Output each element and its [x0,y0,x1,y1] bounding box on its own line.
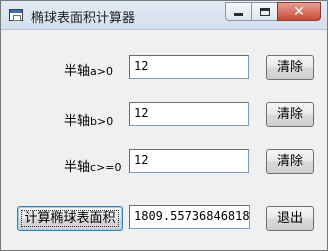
focus-rectangle [21,210,119,227]
compute-surface-area-button[interactable]: 计算椭球表面积 [17,206,123,231]
caption-buttons: ✕ [225,2,321,22]
semi-axis-b-label: 半轴b>0 [64,110,113,129]
minimize-icon [234,13,243,16]
semi-axis-c-label-prefix: 半轴 [64,160,91,175]
close-icon: ✕ [293,3,305,20]
minimize-button[interactable] [225,2,251,21]
clear-a-button[interactable]: 清除 [266,55,314,80]
exit-button[interactable]: 退出 [266,206,314,231]
clear-c-button[interactable]: 清除 [266,149,314,174]
semi-axis-a-label-var: a>0 [90,65,113,78]
calculator-window: 椭球表面积计算器 ✕ 半轴a>0 12 清除 半轴b>0 12 清除 半轴c>=… [0,0,328,251]
semi-axis-b-input[interactable]: 12 [129,102,249,126]
window-app-icon[interactable] [9,9,23,21]
close-button[interactable]: ✕ [277,2,321,21]
semi-axis-b-label-prefix: 半轴 [64,114,91,129]
semi-axis-c-label-var: c>=0 [90,161,122,174]
result-output[interactable]: 1809.55736846818 [129,205,250,229]
semi-axis-a-label-prefix: 半轴 [64,64,91,79]
title-bar[interactable]: 椭球表面积计算器 ✕ [1,1,327,30]
window-title: 椭球表面积计算器 [31,11,136,26]
semi-axis-c-label: 半轴c>=0 [64,156,122,175]
semi-axis-c-input[interactable]: 12 [129,149,249,173]
semi-axis-a-input[interactable]: 12 [129,55,249,79]
maximize-button[interactable] [251,2,277,21]
semi-axis-a-label: 半轴a>0 [64,60,113,79]
clear-b-button[interactable]: 清除 [266,102,314,127]
maximize-icon [259,7,270,16]
semi-axis-b-label-var: b>0 [90,115,114,128]
